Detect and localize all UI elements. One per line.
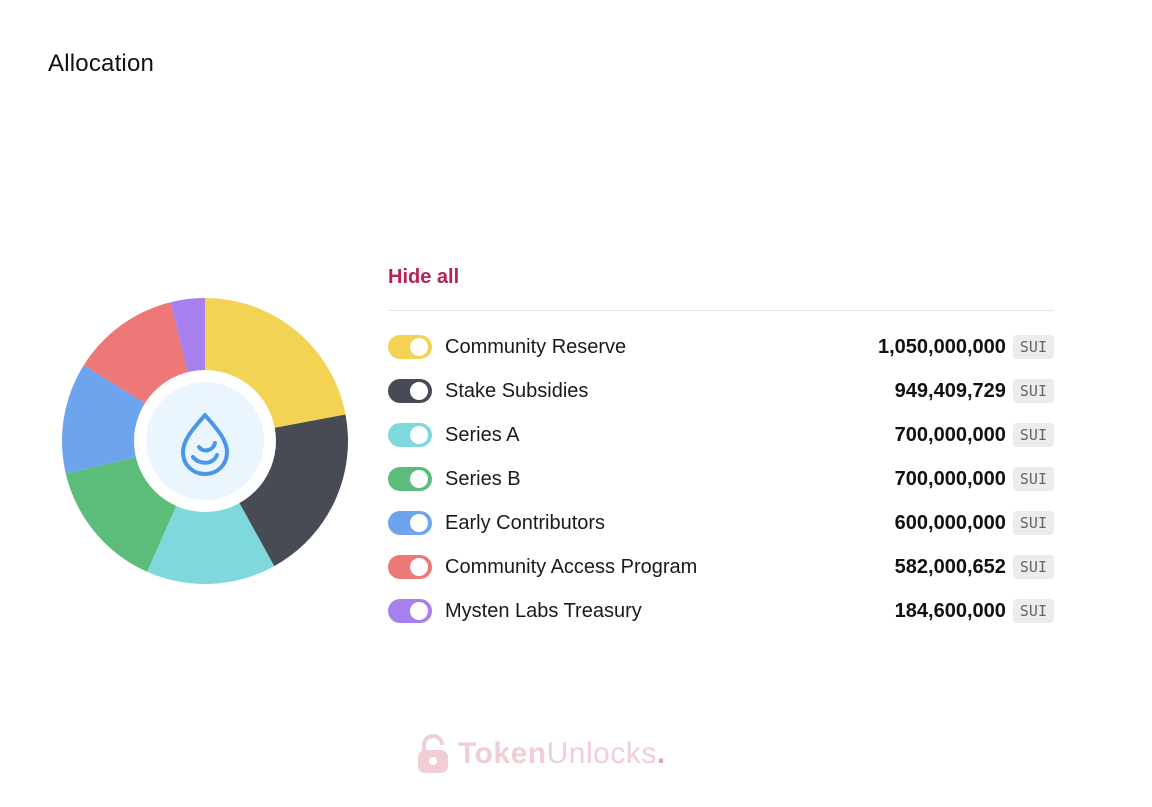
padlock-icon bbox=[418, 734, 448, 773]
legend-row-early-contributors: Early Contributors 600,000,000 SUI bbox=[388, 501, 1054, 545]
toggle-series-b[interactable] bbox=[388, 467, 432, 491]
legend-value: 700,000,000 bbox=[894, 423, 1006, 446]
legend-label: Early Contributors bbox=[445, 511, 606, 534]
legend-value: 949,409,729 bbox=[894, 379, 1006, 402]
legend-row-series-a: Series A 700,000,000 SUI bbox=[388, 413, 1054, 457]
unit-badge: SUI bbox=[1012, 467, 1054, 491]
toggle-knob bbox=[410, 470, 428, 488]
toggle-knob bbox=[410, 426, 428, 444]
watermark-text-light: Unlocks bbox=[546, 737, 657, 770]
toggle-community-reserve[interactable] bbox=[388, 335, 432, 359]
toggle-knob bbox=[410, 338, 428, 356]
legend-value: 184,600,000 bbox=[894, 599, 1006, 622]
unit-badge: SUI bbox=[1012, 555, 1054, 579]
legend-value: 582,000,652 bbox=[894, 555, 1006, 578]
unit-badge: SUI bbox=[1012, 599, 1054, 623]
toggle-stake-subsidies[interactable] bbox=[388, 379, 432, 403]
legend-label: Community Access Program bbox=[445, 555, 698, 578]
toggle-knob bbox=[410, 558, 428, 576]
toggle-series-a[interactable] bbox=[388, 423, 432, 447]
legend-value: 700,000,000 bbox=[894, 467, 1006, 490]
legend-row-series-b: Series B 700,000,000 SUI bbox=[388, 457, 1054, 501]
legend-label: Series B bbox=[445, 467, 521, 490]
page-title: Allocation bbox=[48, 50, 155, 77]
legend-divider bbox=[388, 310, 1054, 311]
legend-label: Community Reserve bbox=[445, 335, 627, 358]
unit-badge: SUI bbox=[1012, 423, 1054, 447]
legend-row-mysten-labs-treasury: Mysten Labs Treasury 184,600,000 SUI bbox=[388, 589, 1054, 633]
watermark: TokenUnlocks. bbox=[416, 734, 666, 774]
unit-badge: SUI bbox=[1012, 511, 1054, 535]
watermark-dot: . bbox=[656, 737, 666, 770]
legend-row-community-reserve: Community Reserve 1,050,000,000 SUI bbox=[388, 325, 1054, 369]
legend-row-community-access-program: Community Access Program 582,000,652 SUI bbox=[388, 545, 1054, 589]
unit-badge: SUI bbox=[1012, 335, 1054, 359]
legend-value: 1,050,000,000 bbox=[878, 335, 1006, 358]
toggle-knob bbox=[410, 514, 428, 532]
unit-badge: SUI bbox=[1012, 379, 1054, 403]
allocation-legend: Hide all Community Reserve 1,050,000,000 S… bbox=[388, 262, 1054, 633]
legend-row-stake-subsidies: Stake Subsidies 949,409,729 SUI bbox=[388, 369, 1054, 413]
allocation-donut-chart bbox=[61, 298, 348, 584]
toggle-knob bbox=[410, 602, 428, 620]
legend-value: 600,000,000 bbox=[894, 511, 1006, 534]
legend-label: Mysten Labs Treasury bbox=[445, 599, 642, 622]
toggle-mysten-labs-treasury[interactable] bbox=[388, 599, 432, 623]
toggle-community-access-program[interactable] bbox=[388, 555, 432, 579]
toggle-early-contributors[interactable] bbox=[388, 511, 432, 535]
legend-label: Stake Subsidies bbox=[445, 379, 589, 402]
legend-label: Series A bbox=[445, 423, 520, 446]
hide-all-button[interactable]: Hide all bbox=[388, 262, 459, 292]
watermark-text-bold: Token bbox=[458, 737, 547, 770]
watermark-text: TokenUnlocks. bbox=[458, 737, 666, 771]
legend-rows: Community Reserve 1,050,000,000 SUI Stake S… bbox=[388, 325, 1054, 633]
center-badge bbox=[146, 382, 264, 500]
toggle-knob bbox=[410, 382, 428, 400]
